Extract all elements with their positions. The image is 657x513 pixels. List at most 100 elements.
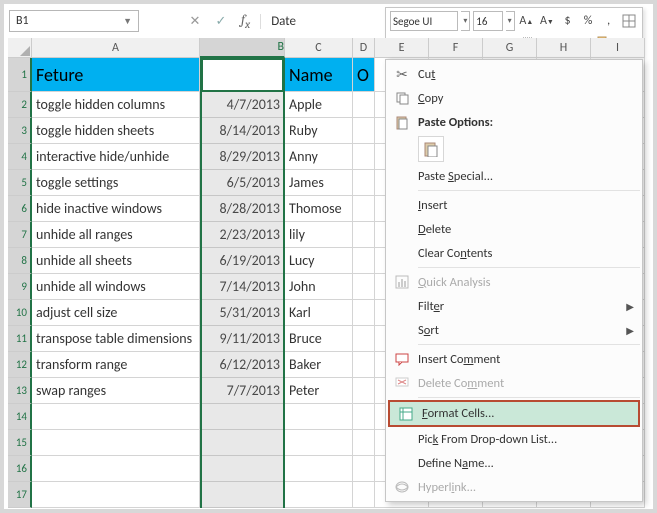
cell[interactable]: 5/31/2013 bbox=[200, 300, 285, 326]
cell[interactable] bbox=[353, 248, 375, 274]
cell[interactable]: Apple bbox=[285, 92, 353, 118]
ctx-delete[interactable]: Delete bbox=[386, 217, 642, 241]
font-name-select[interactable]: Segoe UI bbox=[390, 11, 458, 31]
ctx-paste-special[interactable]: Paste Special... bbox=[386, 164, 642, 188]
row-header[interactable]: 3 bbox=[8, 118, 32, 144]
cell[interactable] bbox=[32, 456, 200, 482]
cell[interactable]: 2/23/2013 bbox=[200, 222, 285, 248]
cell[interactable] bbox=[285, 456, 353, 482]
ctx-clear-contents[interactable]: Clear Contents bbox=[386, 241, 642, 265]
cell[interactable]: 8/14/2013 bbox=[200, 118, 285, 144]
cell[interactable]: hide inactive windows bbox=[32, 196, 200, 222]
cell[interactable] bbox=[353, 378, 375, 404]
ctx-insert-comment[interactable]: Insert Comment bbox=[386, 347, 642, 371]
cell[interactable]: transform range bbox=[32, 352, 200, 378]
cell[interactable]: 7/7/2013 bbox=[200, 378, 285, 404]
percent-format-icon[interactable]: % bbox=[579, 12, 597, 30]
font-size-select[interactable]: 16 bbox=[473, 11, 502, 31]
ctx-pick-from-list[interactable]: Pick From Drop-down List... bbox=[386, 427, 642, 451]
cell[interactable]: Baker bbox=[285, 352, 353, 378]
row-header[interactable]: 9 bbox=[8, 274, 32, 300]
cell[interactable] bbox=[353, 430, 375, 456]
row-header[interactable]: 8 bbox=[8, 248, 32, 274]
cell[interactable]: 8/29/2013 bbox=[200, 144, 285, 170]
cell[interactable]: Lucy bbox=[285, 248, 353, 274]
cell[interactable] bbox=[353, 300, 375, 326]
row-header[interactable]: 12 bbox=[8, 352, 32, 378]
row-header[interactable]: 13 bbox=[8, 378, 32, 404]
row-header[interactable]: 14 bbox=[8, 404, 32, 430]
header-cell[interactable]: Feture bbox=[32, 58, 200, 92]
row-header[interactable]: 15 bbox=[8, 430, 32, 456]
col-header-i[interactable]: I bbox=[591, 38, 645, 58]
select-all-button[interactable] bbox=[8, 38, 32, 58]
cell[interactable]: toggle hidden columns bbox=[32, 92, 200, 118]
format-cells-icon[interactable] bbox=[620, 12, 638, 30]
cell[interactable]: toggle hidden sheets bbox=[32, 118, 200, 144]
ctx-format-cells[interactable]: Format Cells... bbox=[388, 400, 640, 427]
cell[interactable] bbox=[353, 482, 375, 508]
cell[interactable]: adjust cell size bbox=[32, 300, 200, 326]
cell[interactable]: Peter bbox=[285, 378, 353, 404]
cell[interactable] bbox=[285, 482, 353, 508]
cell[interactable]: 6/19/2013 bbox=[200, 248, 285, 274]
accept-formula-button[interactable]: ✓ bbox=[211, 11, 231, 31]
col-header-b[interactable]: B bbox=[200, 38, 285, 58]
cell[interactable] bbox=[200, 430, 285, 456]
row-header[interactable]: 6 bbox=[8, 196, 32, 222]
ctx-define-name[interactable]: Define Name... bbox=[386, 451, 642, 475]
cell[interactable]: unhide all sheets bbox=[32, 248, 200, 274]
cell[interactable] bbox=[200, 482, 285, 508]
row-header[interactable]: 17 bbox=[8, 482, 32, 508]
comma-format-icon[interactable]: , bbox=[600, 12, 618, 30]
col-header-g[interactable]: G bbox=[483, 38, 537, 58]
chevron-down-icon[interactable]: ▾ bbox=[461, 11, 470, 31]
cell[interactable] bbox=[353, 222, 375, 248]
cell[interactable]: 6/5/2013 bbox=[200, 170, 285, 196]
row-header[interactable]: 1 bbox=[8, 58, 32, 92]
accounting-format-icon[interactable]: $ bbox=[559, 12, 577, 30]
cell[interactable]: John bbox=[285, 274, 353, 300]
row-header[interactable]: 7 bbox=[8, 222, 32, 248]
header-cell[interactable]: Name bbox=[285, 58, 353, 92]
cell[interactable]: transpose table dimensions bbox=[32, 326, 200, 352]
ctx-insert[interactable]: Insert bbox=[386, 193, 642, 217]
cell[interactable] bbox=[353, 274, 375, 300]
cell[interactable]: swap ranges bbox=[32, 378, 200, 404]
cell[interactable] bbox=[353, 456, 375, 482]
col-header-e[interactable]: E bbox=[375, 38, 429, 58]
increase-font-icon[interactable]: A▲ bbox=[518, 12, 536, 30]
cancel-formula-button[interactable]: ✕ bbox=[185, 11, 205, 31]
cell[interactable]: Thomose bbox=[285, 196, 353, 222]
col-header-a[interactable]: A bbox=[32, 38, 200, 58]
row-header[interactable]: 5 bbox=[8, 170, 32, 196]
cell[interactable] bbox=[353, 326, 375, 352]
cell[interactable] bbox=[353, 92, 375, 118]
cell[interactable] bbox=[353, 404, 375, 430]
cell[interactable]: 4/7/2013 bbox=[200, 92, 285, 118]
cell[interactable] bbox=[353, 118, 375, 144]
header-cell[interactable]: O bbox=[353, 58, 375, 92]
cell[interactable] bbox=[353, 352, 375, 378]
cell[interactable]: Anny bbox=[285, 144, 353, 170]
ctx-copy[interactable]: Copy bbox=[386, 86, 642, 110]
cell[interactable]: unhide all windows bbox=[32, 274, 200, 300]
cell[interactable]: unhide all ranges bbox=[32, 222, 200, 248]
cell[interactable]: interactive hide/unhide bbox=[32, 144, 200, 170]
col-header-f[interactable]: F bbox=[429, 38, 483, 58]
col-header-d[interactable]: D bbox=[353, 38, 375, 58]
cell[interactable] bbox=[32, 482, 200, 508]
row-header[interactable]: 4 bbox=[8, 144, 32, 170]
cell[interactable]: lily bbox=[285, 222, 353, 248]
cell[interactable] bbox=[285, 404, 353, 430]
row-header[interactable]: 11 bbox=[8, 326, 32, 352]
ctx-sort[interactable]: Sort ▶ bbox=[386, 318, 642, 342]
cell[interactable] bbox=[200, 404, 285, 430]
chevron-down-icon[interactable]: ▼ bbox=[123, 16, 132, 27]
paste-button[interactable] bbox=[418, 136, 444, 162]
col-header-h[interactable]: H bbox=[537, 38, 591, 58]
cell[interactable] bbox=[353, 196, 375, 222]
cell[interactable] bbox=[32, 430, 200, 456]
chevron-down-icon[interactable]: ▾ bbox=[506, 11, 515, 31]
cell[interactable]: James bbox=[285, 170, 353, 196]
